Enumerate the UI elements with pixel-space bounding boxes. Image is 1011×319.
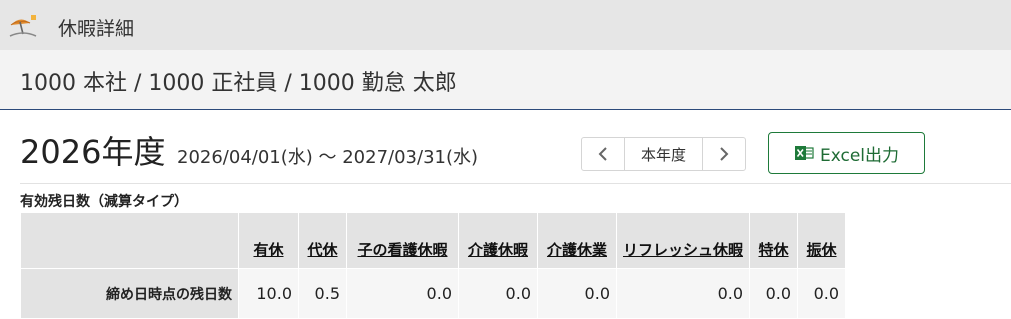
column-header: 振休 <box>797 212 847 269</box>
excel-export-label: Excel出力 <box>819 145 900 166</box>
fiscal-date-range: 2026/04/01(水) ～ 2027/03/31(水) <box>177 147 479 168</box>
table-cell: 0.0 <box>537 268 617 319</box>
table-cell: 0.5 <box>298 268 347 319</box>
window-title: 休暇詳細 <box>58 18 135 40</box>
next-year-button[interactable] <box>703 138 745 170</box>
column-header: リフレッシュ休暇 <box>615 212 751 269</box>
column-link-nursing-care-absence[interactable]: 介護休業 <box>547 241 607 259</box>
current-year-button[interactable]: 本年度 <box>624 138 703 170</box>
column-link-nursing-care-leave[interactable]: 介護休暇 <box>468 241 528 259</box>
fiscal-year-label: 2026年度 <box>20 133 166 171</box>
corner-header-cell <box>20 212 239 269</box>
table-cell: 0.0 <box>346 268 459 319</box>
column-link-substitute-holiday[interactable]: 振休 <box>807 241 837 259</box>
column-link-paid-leave[interactable]: 有休 <box>253 241 283 259</box>
row-header: 締め日時点の残日数 <box>20 268 239 319</box>
excel-icon <box>794 146 814 160</box>
column-link-child-care-leave[interactable]: 子の看護休暇 <box>357 241 447 259</box>
excel-export-button[interactable]: Excel出力 <box>768 132 925 174</box>
column-header: 有休 <box>238 212 299 269</box>
divider <box>20 183 1011 184</box>
table-cell: 0.0 <box>749 268 799 319</box>
column-link-compensatory-leave[interactable]: 代休 <box>307 241 337 259</box>
column-header: 介護休業 <box>537 212 617 269</box>
breadcrumb: 1000 本社 / 1000 正社員 / 1000 勤怠 太郎 <box>20 71 457 96</box>
column-header: 介護休暇 <box>458 212 538 269</box>
chevron-right-icon <box>720 147 729 161</box>
section-title: 有効残日数（減算タイプ） <box>20 194 188 210</box>
year-pager: 本年度 <box>581 137 746 171</box>
column-header: 代休 <box>298 212 347 269</box>
column-link-refresh-leave[interactable]: リフレッシュ休暇 <box>623 241 743 259</box>
table-header-row: 有休 代休 子の看護休暇 介護休暇 介護休業 リフレッシュ休暇 特休 振休 <box>20 212 847 269</box>
leave-balance-table: 有休 代休 子の看護休暇 介護休暇 介護休業 リフレッシュ休暇 特休 振休 締め… <box>20 212 847 319</box>
previous-year-button[interactable] <box>582 138 624 170</box>
table-cell: 10.0 <box>238 268 299 319</box>
column-header: 子の看護休暇 <box>346 212 459 269</box>
column-header: 特休 <box>749 212 799 269</box>
table-cell: 0.0 <box>797 268 847 319</box>
title-bar: 休暇詳細 <box>0 0 1011 50</box>
table-cell: 0.0 <box>615 268 751 319</box>
beach-umbrella-icon <box>8 13 38 39</box>
column-link-special-leave[interactable]: 特休 <box>759 241 789 259</box>
chevron-left-icon <box>598 147 607 161</box>
table-row: 締め日時点の残日数 10.0 0.5 0.0 0.0 0.0 0.0 0.0 0… <box>20 268 847 319</box>
table-cell: 0.0 <box>458 268 538 319</box>
subheader: 1000 本社 / 1000 正社員 / 1000 勤怠 太郎 <box>0 50 1011 110</box>
